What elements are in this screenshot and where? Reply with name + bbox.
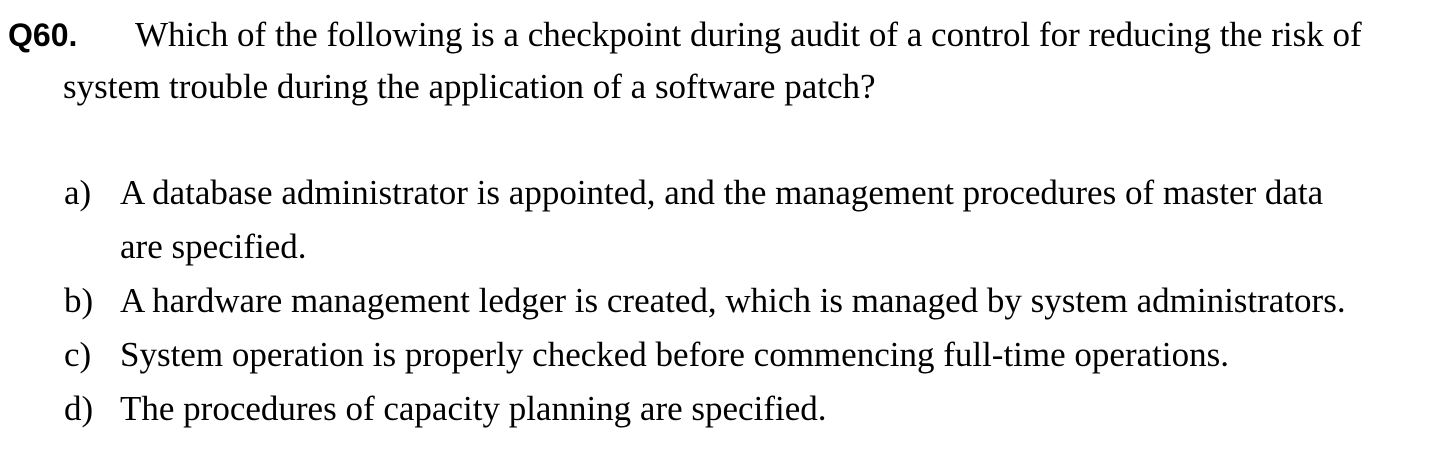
option-a-letter: a) (64, 173, 92, 212)
question-text-line2: system trouble during the application of… (63, 67, 876, 106)
question-header: Q60. Which of the following is a checkpo… (8, 10, 1428, 60)
option-c: c) System operation is properly checked … (64, 328, 1434, 382)
option-a-text-line2: are specified. (120, 227, 307, 266)
option-b-text: A hardware management ledger is created,… (120, 281, 1346, 320)
option-b-letter: b) (64, 281, 94, 320)
option-a-text: A database administrator is appointed, a… (120, 166, 1434, 274)
option-a-text-line1: A database administrator is appointed, a… (120, 173, 1324, 212)
option-d-text: The procedures of capacity planning are … (120, 389, 827, 428)
option-c-text: System operation is properly checked bef… (120, 335, 1229, 374)
question-text-line1: Which of the following is a checkpoint d… (135, 15, 1362, 54)
option-d: d) The procedures of capacity planning a… (64, 382, 1434, 436)
option-a: a) A database administrator is appointed… (64, 166, 1434, 274)
option-c-letter: c) (64, 335, 92, 374)
option-b: b) A hardware management ledger is creat… (64, 274, 1434, 328)
option-d-letter: d) (64, 389, 94, 428)
question-block: Q60. Which of the following is a checkpo… (8, 10, 1428, 114)
answer-options: a) A database administrator is appointed… (64, 166, 1434, 436)
question-number: Q60. (8, 17, 78, 53)
